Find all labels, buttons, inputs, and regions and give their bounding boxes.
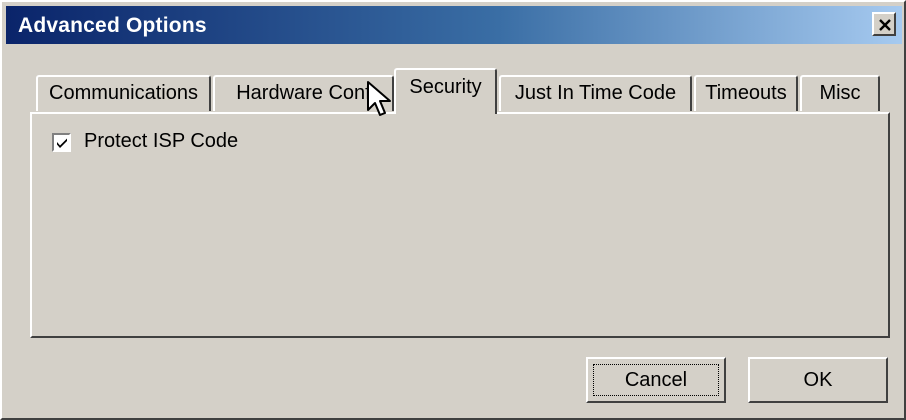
tab-security-label: Security xyxy=(409,76,482,98)
close-button[interactable] xyxy=(872,12,896,36)
tab-just-in-time-code[interactable]: Just In Time Code xyxy=(499,75,692,111)
tab-communications[interactable]: Communications xyxy=(36,75,211,111)
ok-button[interactable]: OK xyxy=(748,357,888,403)
ok-button-label: OK xyxy=(803,369,833,391)
tab-hardware-conf[interactable]: Hardware Conf xyxy=(213,75,394,111)
tab-communications-label: Communications xyxy=(49,82,198,104)
dialog-title: Advanced Options xyxy=(18,14,207,37)
tab-misc-label: Misc xyxy=(819,82,861,104)
tab-timeouts-label: Timeouts xyxy=(705,82,787,104)
tab-security[interactable]: Security xyxy=(394,68,497,114)
checkmark-icon xyxy=(57,138,67,148)
cancel-button-label: Cancel xyxy=(624,369,688,391)
protect-isp-code-label: Protect ISP Code xyxy=(84,130,239,152)
cancel-button[interactable]: Cancel xyxy=(586,357,726,403)
title-bar[interactable]: Advanced Options xyxy=(6,6,902,44)
protect-isp-code-checkbox[interactable] xyxy=(52,133,71,152)
security-tab-panel: Protect ISP Code xyxy=(30,112,890,338)
tab-hardware-conf-label: Hardware Conf xyxy=(236,82,371,104)
tab-misc[interactable]: Misc xyxy=(800,75,880,111)
close-x-icon xyxy=(879,19,891,31)
tab-timeouts[interactable]: Timeouts xyxy=(694,75,798,111)
tab-just-in-time-code-label: Just In Time Code xyxy=(514,82,677,104)
